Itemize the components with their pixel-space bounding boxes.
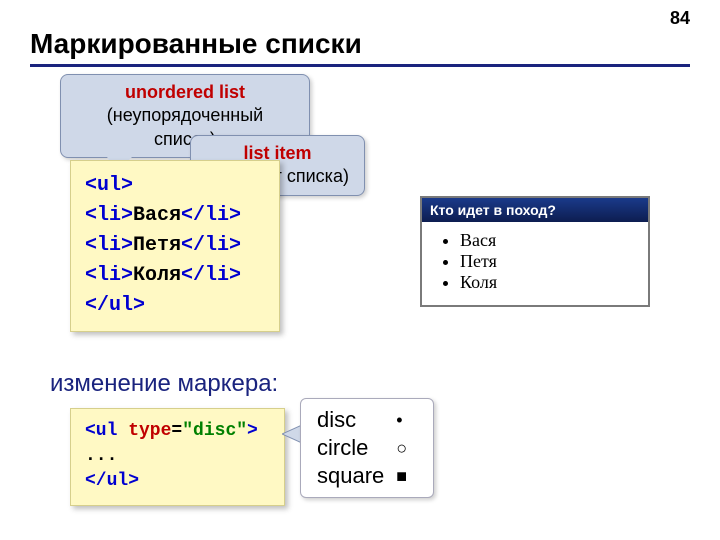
list-item: Вася (460, 230, 638, 251)
table-row: disc • (317, 407, 417, 433)
marker-name: circle (317, 435, 394, 461)
callout-title: unordered list (75, 81, 295, 104)
code-tag: <ul> (85, 174, 133, 197)
table-row: circle ○ (317, 435, 417, 461)
code-tag: </li> (181, 234, 241, 257)
list-item: Петя (460, 251, 638, 272)
code-text: Коля (133, 264, 181, 287)
code-value: "disc" (182, 421, 247, 441)
code-tag: </ul> (85, 294, 145, 317)
browser-body: Вася Петя Коля (422, 222, 648, 305)
code-tag: </li> (181, 204, 241, 227)
code-tag: </li> (181, 264, 241, 287)
code-text: ... (85, 446, 117, 466)
marker-table: disc • circle ○ square ■ (315, 405, 419, 491)
code-tag: <ul (85, 421, 117, 441)
title-underline (30, 64, 690, 67)
code-block-ul-type: <ul type="disc"> ... </ul> (70, 408, 285, 506)
rendered-list: Вася Петя Коля (432, 230, 638, 293)
code-text: Вася (133, 204, 181, 227)
disc-icon: • (396, 407, 417, 433)
code-attr: type (117, 421, 171, 441)
code-tag: <li> (85, 264, 133, 287)
code-tag: </ul> (85, 471, 139, 491)
marker-name: disc (317, 407, 394, 433)
list-item: Коля (460, 272, 638, 293)
subheading: изменение маркера: (50, 370, 278, 398)
marker-types-box: disc • circle ○ square ■ (300, 398, 434, 498)
table-row: square ■ (317, 463, 417, 489)
slide-number: 84 (670, 8, 690, 29)
page-title: Маркированные списки (30, 28, 362, 60)
code-text: Петя (133, 234, 181, 257)
marker-name: square (317, 463, 394, 489)
code-tag: <li> (85, 234, 133, 257)
browser-titlebar: Кто идет в поход? (422, 198, 648, 222)
square-icon: ■ (396, 463, 417, 489)
code-block-ul: <ul> <li>Вася</li> <li>Петя</li> <li>Кол… (70, 160, 280, 332)
code-tag: <li> (85, 204, 133, 227)
circle-icon: ○ (396, 435, 417, 461)
arrow-icon (282, 425, 302, 443)
code-tag: > (247, 421, 258, 441)
code-text: = (171, 421, 182, 441)
browser-preview: Кто идет в поход? Вася Петя Коля (420, 196, 650, 307)
